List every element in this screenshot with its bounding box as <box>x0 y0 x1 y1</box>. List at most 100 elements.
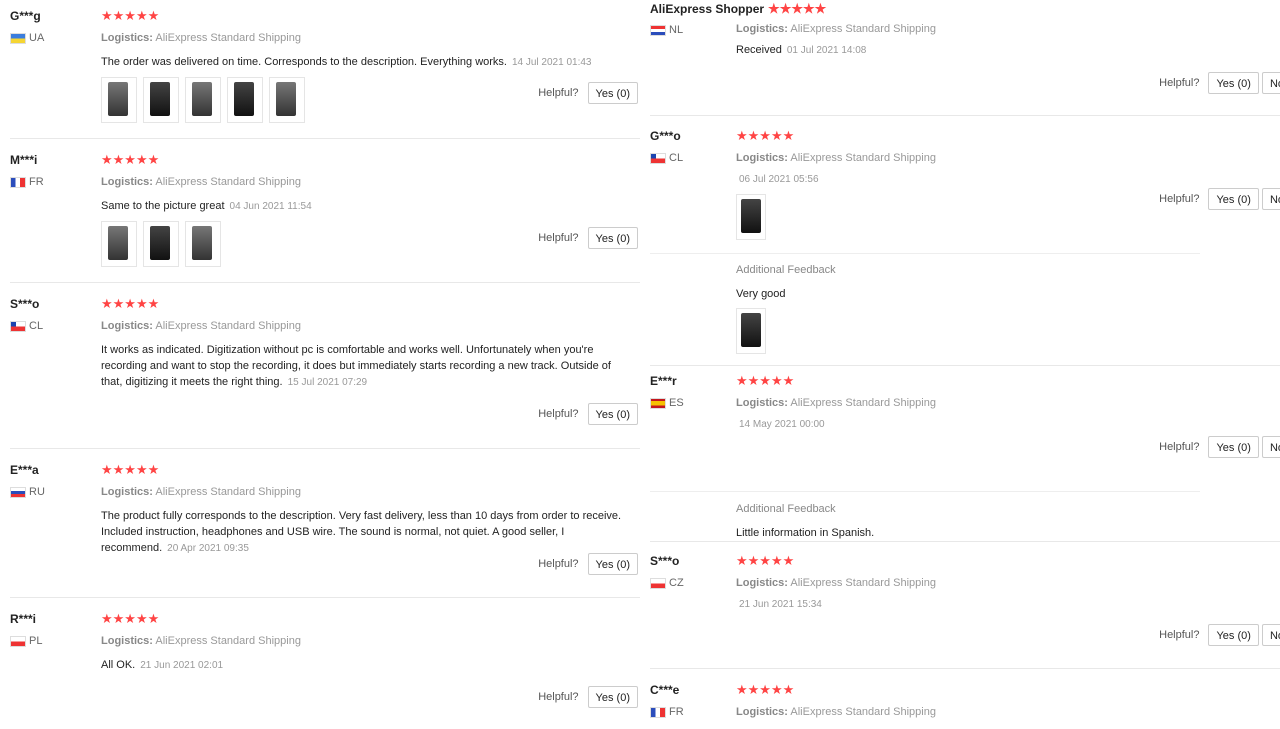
review-photo[interactable] <box>736 194 766 240</box>
helpful-vote: Helpful? Yes (0) <box>538 553 638 575</box>
review-text: 06 Jul 2021 05:56 <box>736 171 1280 188</box>
review-date: 14 May 2021 00:00 <box>739 419 825 430</box>
review-date: 21 Jun 2021 02:01 <box>140 660 224 671</box>
flag-fr-icon <box>10 176 26 188</box>
reviewer: G***o CL <box>650 129 740 164</box>
flag-nl-icon <box>650 24 666 36</box>
logistics: Logistics: AliExpress Standard Shipping <box>736 23 936 35</box>
reviewer-name: S***o <box>10 297 40 311</box>
rating-stars: ★★★★★ <box>101 296 160 311</box>
review-body: ★★★★★ Logistics: AliExpress Standard Shi… <box>101 9 640 123</box>
review-date: 14 Jul 2021 01:43 <box>511 57 592 68</box>
reviewer: G***g UA <box>10 9 100 44</box>
reviewer-country: PL <box>10 635 100 647</box>
review-photo[interactable] <box>736 308 766 354</box>
flag-cl-icon <box>10 320 26 332</box>
helpful-yes-button[interactable]: Yes (0) <box>587 553 638 575</box>
reviewer-country: RU <box>10 486 100 498</box>
review-item: E***r ES ★★★★★ Logistics: AliExpress Sta… <box>650 366 1280 542</box>
review-photo[interactable] <box>143 77 179 123</box>
rating-stars: ★★★★★ <box>101 8 160 23</box>
helpful-yes-button[interactable]: Yes (0) <box>1208 436 1259 458</box>
reviewer-name: C***e <box>650 683 680 697</box>
helpful-vote: Helpful? Yes (0) No <box>1159 436 1280 458</box>
logistics: Logistics: AliExpress Standard Shipping <box>736 397 936 409</box>
helpful-yes-button[interactable]: Yes (0) <box>1208 624 1259 646</box>
reviewer-name: G***g <box>10 9 41 23</box>
helpful-vote: Helpful? Yes (0) <box>538 403 638 425</box>
review-item: S***o CL ★★★★★ Logistics: AliExpress Sta… <box>10 283 640 449</box>
review-item: C***e FR ★★★★★ Logistics: AliExpress Sta… <box>650 669 1280 729</box>
rating-stars: ★★★★★ <box>768 1 827 16</box>
reviewer-name: R***i <box>10 612 37 626</box>
review-date: 21 Jun 2021 15:34 <box>739 599 822 610</box>
review-item: S***o CZ ★★★★★ Logistics: AliExpress Sta… <box>650 542 1280 669</box>
rating-stars: ★★★★★ <box>101 462 160 477</box>
reviewer-name: M***i <box>10 153 38 167</box>
review-item: AliExpress Shopper ★★★★★ NL Logistics: Al… <box>650 0 1280 116</box>
review-body: ★★★★★ Logistics: AliExpress Standard Shi… <box>101 153 640 267</box>
helpful-yes-button[interactable]: Yes (0) <box>1208 72 1259 94</box>
reviewer-country: FR <box>650 706 740 718</box>
additional-feedback-title: Additional Feedback <box>736 264 836 276</box>
helpful-yes-button[interactable]: Yes (0) <box>587 227 638 249</box>
reviewer-name: E***a <box>10 463 39 477</box>
review-date: 06 Jul 2021 05:56 <box>739 174 819 185</box>
helpful-no-button[interactable]: No <box>1261 188 1280 210</box>
flag-ru-icon <box>10 486 26 498</box>
reviewer-country: FR <box>10 176 100 188</box>
logistics: Logistics: AliExpress Standard Shipping <box>101 320 301 332</box>
reviewer: E***a RU <box>10 463 100 498</box>
helpful-no-button[interactable]: No <box>1261 624 1280 646</box>
review-date: 01 Jul 2021 14:08 <box>786 45 867 56</box>
review-photo[interactable] <box>185 77 221 123</box>
helpful-yes-button[interactable]: Yes (0) <box>587 686 638 708</box>
reviewer: M***i FR <box>10 153 100 188</box>
review-photo[interactable] <box>227 77 263 123</box>
review-item: M***i FR ★★★★★ Logistics: AliExpress Sta… <box>10 139 640 283</box>
helpful-vote: Helpful? Yes (0) No <box>1159 624 1280 646</box>
review-text: Same to the picture great 04 Jun 2021 11:… <box>101 200 312 212</box>
helpful-vote: Helpful? Yes (0) <box>538 686 638 708</box>
logistics: Logistics: AliExpress Standard Shipping <box>736 152 936 164</box>
review-photo[interactable] <box>269 77 305 123</box>
reviewer-name: AliExpress Shopper <box>650 2 765 16</box>
review-text: Received 01 Jul 2021 14:08 <box>736 44 867 56</box>
flag-cz-icon <box>650 577 666 589</box>
review-text: 21 Jun 2021 15:34 <box>736 596 1280 613</box>
helpful-no-button[interactable]: No <box>1261 72 1280 94</box>
review-photo[interactable] <box>101 221 137 267</box>
reviewer: S***o CZ <box>650 554 740 589</box>
reviews-column-left: G***g UA ★★★★★ Logistics: AliExpress Sta… <box>0 0 640 722</box>
review-body: ★★★★★ Logistics: AliExpress Standard Shi… <box>101 612 640 674</box>
helpful-vote: Helpful? Yes (0) <box>538 227 638 249</box>
review-item: G***o CL ★★★★★ Logistics: AliExpress Sta… <box>650 116 1280 366</box>
logistics: Logistics: AliExpress Standard Shipping <box>101 176 301 188</box>
reviewer-name: G***o <box>650 129 681 143</box>
logistics: Logistics: AliExpress Standard Shipping <box>101 32 301 44</box>
reviewer-name: S***o <box>650 554 680 568</box>
helpful-yes-button[interactable]: Yes (0) <box>587 82 638 104</box>
helpful-yes-button[interactable]: Yes (0) <box>1208 188 1259 210</box>
review-photo[interactable] <box>143 221 179 267</box>
flag-pl-icon <box>10 635 26 647</box>
reviewer-country: UA <box>10 32 100 44</box>
flag-fr-icon <box>650 706 666 718</box>
review-text: The product fully corresponds to the des… <box>101 510 622 554</box>
reviewer-country: CZ <box>650 577 740 589</box>
review-body: ★★★★★ Logistics: AliExpress Standard Shi… <box>101 463 640 557</box>
reviews-column-right: AliExpress Shopper ★★★★★ NL Logistics: Al… <box>640 0 1280 729</box>
additional-feedback-text: Very good <box>736 288 786 300</box>
helpful-no-button[interactable]: No <box>1261 436 1280 458</box>
logistics: Logistics: AliExpress Standard Shipping <box>736 706 936 718</box>
review-photo[interactable] <box>101 77 137 123</box>
review-item: G***g UA ★★★★★ Logistics: AliExpress Sta… <box>10 0 640 139</box>
helpful-yes-button[interactable]: Yes (0) <box>587 403 638 425</box>
review-photo[interactable] <box>185 221 221 267</box>
helpful-vote: Helpful? Yes (0) No <box>1159 188 1280 210</box>
review-date: 15 Jul 2021 07:29 <box>287 377 368 388</box>
flag-ua-icon <box>10 32 26 44</box>
rating-stars: ★★★★★ <box>101 611 160 626</box>
review-body: ★★★★★ Logistics: AliExpress Standard Shi… <box>650 129 1280 354</box>
additional-feedback-text: Little information in Spanish. <box>736 527 875 539</box>
